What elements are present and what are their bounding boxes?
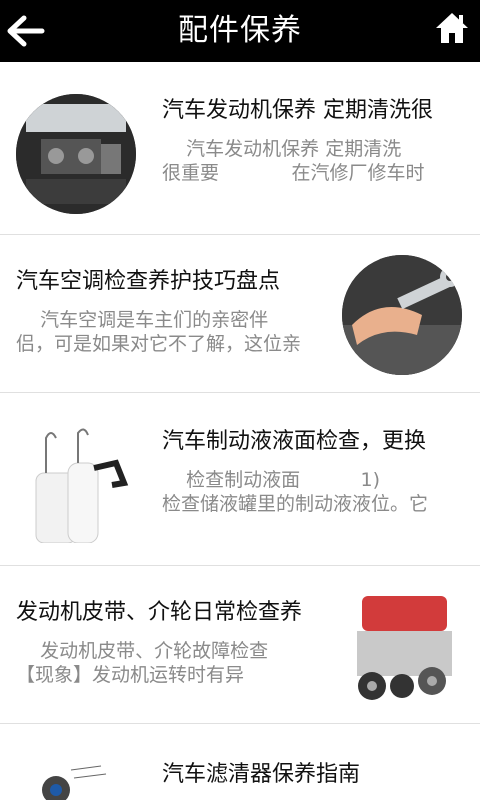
article-summary-line: 【现象】发动机运转时有异 [16, 664, 245, 686]
article-item[interactable]: 汽车发动机保养 定期清洗很 汽车发动机保养 定期清洗 很重要 在汽修厂修车时 [0, 62, 480, 235]
engine-belt-photo-icon [342, 586, 462, 706]
article-headline: 汽车滤清器保养指南 [162, 762, 361, 787]
article-headline: 汽车制动液液面检查，更换 [162, 429, 427, 454]
filter-diagram-photo-icon [16, 760, 136, 800]
article-summary-line: 很重要 在汽修厂修车时 [162, 162, 425, 184]
engine-bay-photo-icon [16, 94, 136, 214]
article-headline: 汽车空调检查养护技巧盘点 [16, 269, 281, 294]
article-summary-line: 汽车空调是车主们的亲密伴 [16, 309, 269, 331]
article-summary-line: 汽车发动机保养 定期清洗 [162, 138, 402, 160]
home-button[interactable] [434, 10, 470, 46]
top-bar: 配件保养 [0, 0, 480, 62]
home-icon [436, 13, 468, 43]
wrench-repair-photo-icon [342, 255, 462, 375]
article-item[interactable]: 汽车滤清器保养指南 [0, 724, 480, 800]
article-summary-line: 发动机皮带、介轮故障检查 [16, 640, 269, 662]
article-headline: 发动机皮带、介轮日常检查养 [16, 600, 303, 625]
article-item[interactable]: 汽车制动液液面检查，更换 检查制动液面 1) 检查储液罐里的制动液液位。它 [0, 393, 480, 566]
article-summary-line: 检查制动液面 1) [162, 469, 381, 491]
brake-fluid-tool-photo-icon [16, 423, 136, 543]
page-title: 配件保养 [178, 13, 302, 48]
article-headline: 汽车发动机保养 定期清洗很 [162, 98, 433, 123]
article-item[interactable]: 发动机皮带、介轮日常检查养 发动机皮带、介轮故障检查 【现象】发动机运转时有异 [0, 566, 480, 724]
article-summary-line: 检查储液罐里的制动液液位。它 [162, 493, 429, 515]
article-item[interactable]: 汽车空调检查养护技巧盘点 汽车空调是车主们的亲密伴 侣，可是如果对它不了解，这位… [0, 235, 480, 393]
article-summary-line: 侣，可是如果对它不了解，这位亲 [16, 333, 302, 355]
